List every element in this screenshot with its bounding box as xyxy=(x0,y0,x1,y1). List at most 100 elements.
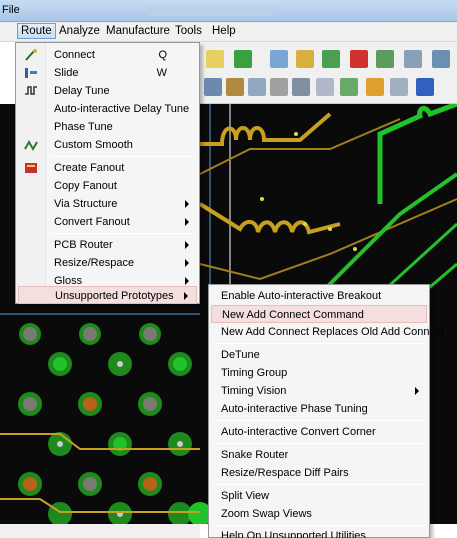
submenu-arrow-icon xyxy=(185,218,189,226)
menu-item-enable-auto-interactive-breakout[interactable]: Enable Auto-interactive Breakout xyxy=(211,287,427,305)
menu-item-custom-smooth[interactable]: Custom Smooth xyxy=(18,136,197,154)
menu-bar: Route Analyze Manufacture Tools Help xyxy=(0,22,457,42)
menu-item-label: Slide xyxy=(54,67,79,79)
menu-item-create-fanout[interactable]: Create Fanout xyxy=(18,159,197,177)
toolbar-grid-icon[interactable] xyxy=(270,50,288,68)
menu-item-label: Timing Group xyxy=(221,367,288,379)
menu-item-label: Create Fanout xyxy=(54,162,125,174)
menu-item-detune[interactable]: DeTune xyxy=(211,346,427,364)
menu-item-label: Timing Vision xyxy=(221,385,287,397)
toolbar-board-icon[interactable] xyxy=(340,78,358,96)
menu-item-auto-interactive-convert-corner[interactable]: Auto-interactive Convert Corner xyxy=(211,423,427,441)
toolbar xyxy=(200,42,457,104)
menu-item-label: Connect xyxy=(54,49,95,61)
menu-item-label: Auto-interactive Convert Corner xyxy=(221,426,376,438)
menu-item-label: Snake Router xyxy=(221,449,289,461)
menu-item-auto-interactive-phase-tuning[interactable]: Auto-interactive Phase Tuning xyxy=(211,400,427,418)
toolbar-place-icon[interactable] xyxy=(322,50,340,68)
menu-item-split-view[interactable]: Split View xyxy=(211,487,427,505)
menu-separator xyxy=(213,443,425,444)
menu-item-label: Phase Tune xyxy=(54,121,113,133)
menu-item-label: Copy Fanout xyxy=(54,180,117,192)
file-menu-fragment[interactable]: File xyxy=(2,4,20,16)
menu-item-slide[interactable]: Slide W xyxy=(18,64,197,82)
toolbar-wave-icon[interactable] xyxy=(416,78,434,96)
toolbar-flag-icon[interactable] xyxy=(316,78,334,96)
menu-item-label: DeTune xyxy=(221,349,260,361)
menu-item-label: Resize/Respace Diff Pairs xyxy=(221,467,349,479)
menu-item-label: New Add Connect Replaces Old Add Connect xyxy=(221,326,445,338)
status-strip xyxy=(0,524,200,538)
connect-icon xyxy=(24,48,38,62)
menu-item-snake-router[interactable]: Snake Router xyxy=(211,446,427,464)
toolbar-measure-icon[interactable] xyxy=(366,78,384,96)
toolbar-3d-icon[interactable] xyxy=(206,50,224,68)
menu-item-shortcut: Q xyxy=(158,49,167,61)
submenu-arrow-icon xyxy=(185,259,189,267)
slide-icon xyxy=(24,66,38,80)
menu-item-label: Auto-interactive Phase Tuning xyxy=(221,403,368,415)
menu-analyze[interactable]: Analyze xyxy=(59,25,100,37)
menu-item-label: Auto-interactive Delay Tune xyxy=(54,103,190,115)
menu-item-zoom-swap-views[interactable]: Zoom Swap Views xyxy=(211,505,427,523)
toolbar-pattern-icon[interactable] xyxy=(390,78,408,96)
menu-item-label: Enable Auto-interactive Breakout xyxy=(221,290,382,302)
unsupported-prototypes-submenu: Enable Auto-interactive Breakout New Add… xyxy=(208,284,444,538)
menu-item-label: Resize/Respace xyxy=(54,257,135,269)
toolbar-pin-icon[interactable] xyxy=(204,78,222,96)
menu-help[interactable]: Help xyxy=(212,25,236,37)
menu-item-label: Custom Smooth xyxy=(54,139,133,151)
menu-item-label: Unsupported Prototypes xyxy=(55,290,174,302)
menu-route[interactable]: Route xyxy=(17,23,56,39)
menu-separator xyxy=(213,525,425,526)
menu-item-unsupported-prototypes[interactable]: Unsupported Prototypes xyxy=(18,286,197,304)
blurred-window-title xyxy=(148,6,278,16)
menu-item-timing-group[interactable]: Timing Group xyxy=(211,364,427,382)
toolbar-probe-icon[interactable] xyxy=(248,78,266,96)
menu-item-pcb-router[interactable]: PCB Router xyxy=(18,236,197,254)
submenu-arrow-icon xyxy=(185,200,189,208)
menu-separator xyxy=(213,484,425,485)
toolbar-component-icon[interactable] xyxy=(296,50,314,68)
menu-item-auto-interactive-delay-tune[interactable]: Auto-interactive Delay Tune xyxy=(18,100,197,118)
submenu-arrow-icon xyxy=(415,387,419,395)
menu-separator xyxy=(213,420,425,421)
toolbar-chip-icon[interactable] xyxy=(234,50,252,68)
toolbar-camera-icon[interactable] xyxy=(270,78,288,96)
menu-item-help-on-unsupported-utilities[interactable]: Help On Unsupported Utilities xyxy=(211,527,427,538)
menu-manufacture[interactable]: Manufacture xyxy=(106,25,170,37)
menu-item-label: New Add Connect Command xyxy=(222,309,364,321)
menu-item-convert-fanout[interactable]: Convert Fanout xyxy=(18,213,197,231)
toolbar-matrix-icon[interactable] xyxy=(432,50,450,68)
menu-item-label: PCB Router xyxy=(54,239,113,251)
toolbar-counter-icon[interactable] xyxy=(292,78,310,96)
menu-item-new-add-connect-replaces-old[interactable]: New Add Connect Replaces Old Add Connect xyxy=(211,323,444,341)
menu-item-label: Zoom Swap Views xyxy=(221,508,312,520)
menu-item-label: Help On Unsupported Utilities xyxy=(221,530,366,538)
toolbar-route-icon[interactable] xyxy=(350,50,368,68)
menu-item-resize-respace-diff-pairs[interactable]: Resize/Respace Diff Pairs xyxy=(211,464,427,482)
menu-item-via-structure[interactable]: Via Structure xyxy=(18,195,197,213)
menu-item-new-add-connect-command[interactable]: New Add Connect Command xyxy=(211,305,427,323)
menu-item-shortcut: W xyxy=(156,67,167,79)
menu-item-phase-tune[interactable]: Phase Tune xyxy=(18,118,197,136)
menu-item-copy-fanout[interactable]: Copy Fanout xyxy=(18,177,197,195)
toolbar-table-icon[interactable] xyxy=(404,50,422,68)
menu-item-timing-vision[interactable]: Timing Vision xyxy=(211,382,427,400)
route-menu: Connect Q Slide W Delay Tune Auto-intera… xyxy=(15,42,200,304)
menu-item-connect[interactable]: Connect Q xyxy=(18,46,197,64)
toolbar-chip-green-icon[interactable] xyxy=(376,50,394,68)
delay-tune-icon xyxy=(24,84,38,98)
menu-separator xyxy=(50,233,195,234)
menu-item-label: Convert Fanout xyxy=(54,216,130,228)
menu-separator xyxy=(50,156,195,157)
custom-smooth-icon xyxy=(24,138,38,152)
submenu-arrow-icon xyxy=(185,277,189,285)
title-bar: File xyxy=(0,0,457,22)
menu-item-label: Delay Tune xyxy=(54,85,110,97)
submenu-arrow-icon xyxy=(185,241,189,249)
toolbar-book-icon[interactable] xyxy=(226,78,244,96)
menu-item-delay-tune[interactable]: Delay Tune xyxy=(18,82,197,100)
menu-tools[interactable]: Tools xyxy=(175,25,202,37)
menu-item-resize-respace[interactable]: Resize/Respace xyxy=(18,254,197,272)
